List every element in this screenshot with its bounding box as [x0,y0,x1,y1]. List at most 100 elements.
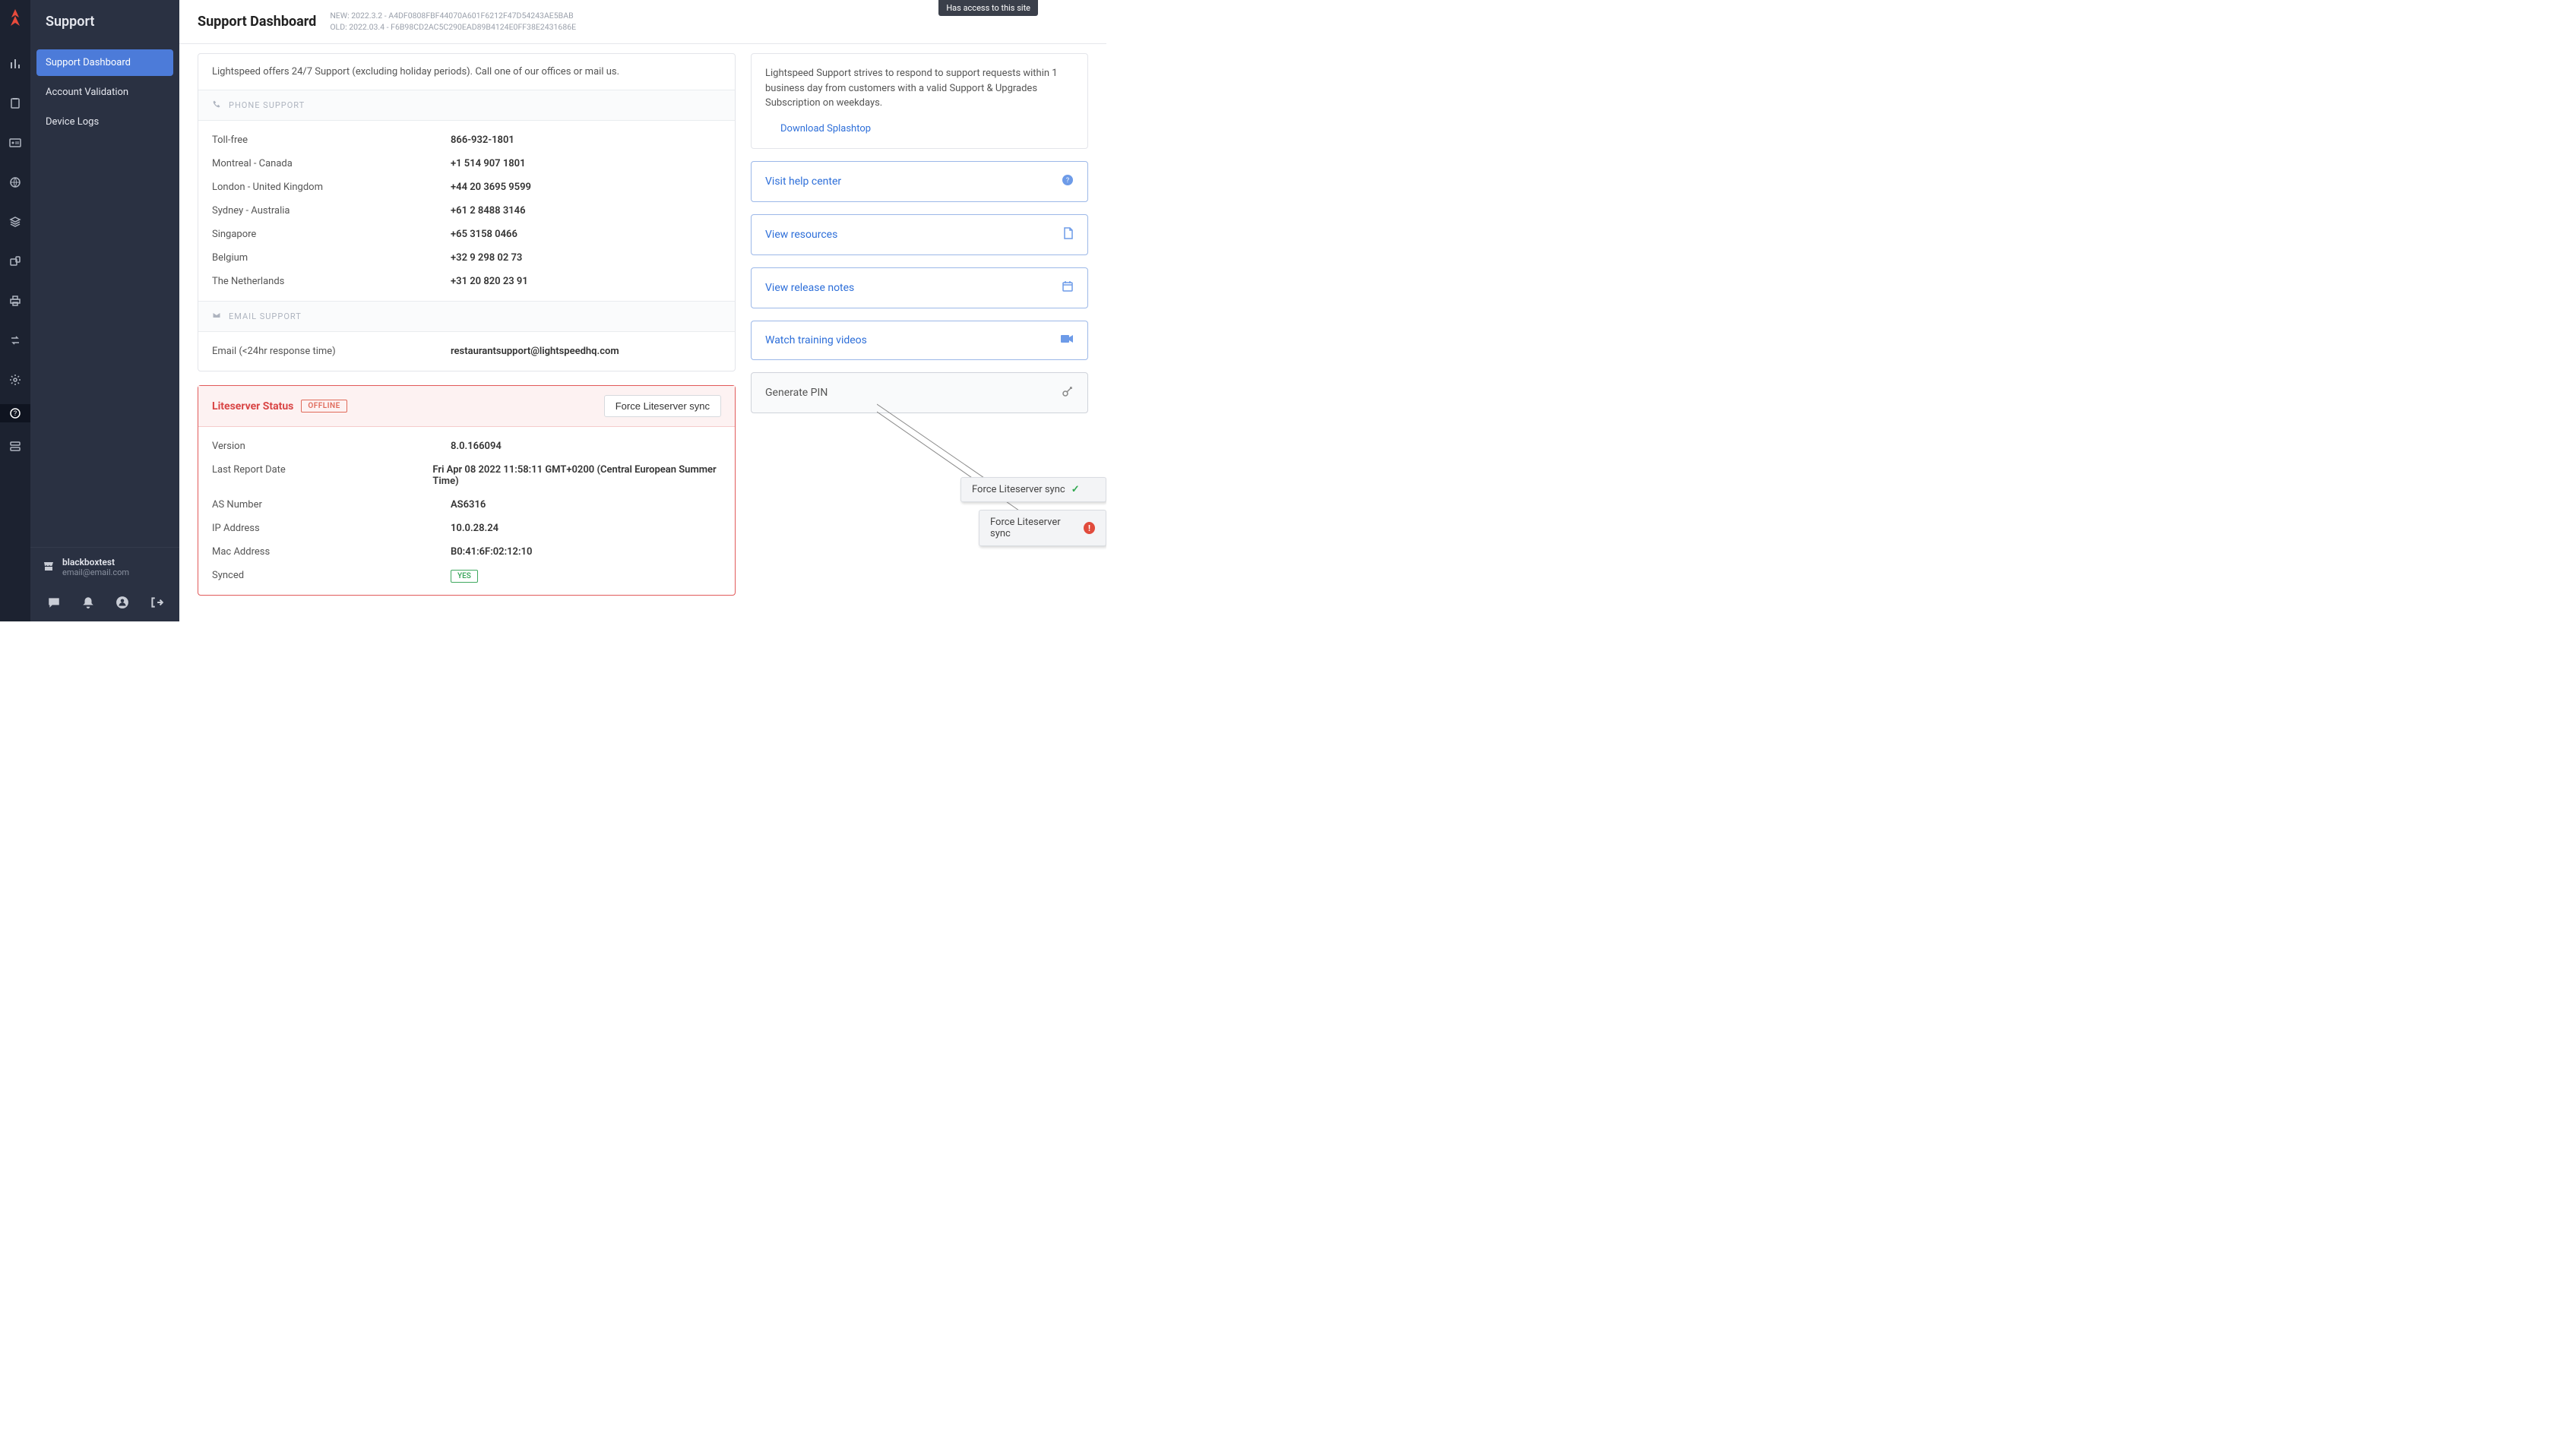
bell-icon[interactable] [81,596,95,612]
phone-label: Montreal - Canada [212,158,451,169]
help-circle-icon: ? [1062,174,1074,189]
help-center-label: Visit help center [765,175,841,188]
sidebar-item-support-dashboard[interactable]: Support Dashboard [36,49,173,76]
help-center-link[interactable]: Visit help center ? [751,161,1088,202]
resources-link[interactable]: View resources [751,214,1088,255]
phone-label: The Netherlands [212,276,451,287]
email-section-header: EMAIL SUPPORT [198,301,735,332]
nav-clipboard-icon[interactable] [0,94,30,112]
lite-value: B0:41:6F:02:12:10 [451,546,532,558]
sidebar-item-device-logs[interactable]: Device Logs [36,109,173,135]
liteserver-title: Liteserver Status [212,400,293,413]
download-icon [765,122,774,137]
lite-label: Synced [212,570,451,581]
nav-card-icon[interactable] [0,134,30,152]
nav-device-icon[interactable] [0,252,30,270]
svg-text:?: ? [1066,177,1069,185]
lite-value: AS6316 [451,499,486,511]
user-name: blackboxtest [62,557,129,567]
nav-layers-icon[interactable] [0,213,30,231]
page-title: Support Dashboard [198,14,316,30]
lite-value: Fri Apr 08 2022 11:58:11 GMT+0200 (Centr… [432,464,721,487]
lite-label: Last Report Date [212,464,432,487]
training-videos-label: Watch training videos [765,334,867,346]
remote-support-card: Lightspeed Support strives to respond to… [751,53,1088,149]
phone-section-label: PHONE SUPPORT [229,100,305,110]
generate-pin-label: Generate PIN [765,387,828,399]
sync-chip-label: Force Liteserver sync [990,517,1078,539]
phone-value: +61 2 8488 3146 [451,205,526,217]
sidebar: Support Support Dashboard Account Valida… [30,0,179,621]
envelope-icon [212,311,221,322]
force-sync-button[interactable]: Force Liteserver sync [604,395,721,417]
nav-printer-icon[interactable] [0,292,30,310]
lite-value: YES [451,570,478,581]
calendar-icon [1062,280,1074,296]
nav-help-icon[interactable]: ? [0,404,30,422]
header-meta-old: OLD: 2022.03.4 - F6B98CD2AC5C290EAD89B41… [330,22,576,33]
document-icon [1063,227,1074,242]
phone-section-header: PHONE SUPPORT [198,90,735,121]
icon-rail: ? [0,0,30,621]
phone-value: +31 20 820 23 91 [451,276,528,287]
lite-label: Version [212,441,451,452]
site-access-tooltip: Has access to this site [938,0,1038,16]
store-icon [43,560,55,574]
email-value: restaurantsupport@lightspeedhq.com [451,346,619,357]
sync-chip-success: Force Liteserver sync ✓ [960,477,1106,502]
support-card: Lightspeed offers 24/7 Support (excludin… [198,53,736,371]
phone-label: Belgium [212,252,451,264]
resources-label: View resources [765,229,837,241]
support-intro: Lightspeed offers 24/7 Support (excludin… [198,54,735,90]
phone-label: Singapore [212,229,451,240]
lite-label: Mac Address [212,546,451,558]
phone-value: +32 9 298 02 73 [451,252,522,264]
liteserver-card: Liteserver Status OFFLINE Force Liteserv… [198,385,736,596]
video-icon [1060,334,1074,347]
nav-settings-icon[interactable] [0,371,30,389]
svg-text:?: ? [14,410,17,418]
release-notes-link[interactable]: View release notes [751,267,1088,308]
sync-state-examples: Force Liteserver sync ✓ Force Liteserver… [960,477,1106,546]
nav-transfer-icon[interactable] [0,331,30,349]
email-label: Email (<24hr response time) [212,346,451,357]
nav-analytics-icon[interactable] [0,55,30,73]
sync-chip-error: Force Liteserver sync ! [979,510,1106,546]
main-content: Has access to this site Support Dashboar… [179,0,1106,621]
lite-label: IP Address [212,523,451,534]
download-splashtop-label: Download Splashtop [780,122,871,137]
user-info: blackboxtest email@email.com [30,547,179,586]
nav-server-icon[interactable] [0,438,30,456]
account-icon[interactable] [116,596,129,612]
training-videos-link[interactable]: Watch training videos [751,321,1088,360]
phone-label: London - United Kingdom [212,182,451,193]
generate-pin-button[interactable]: Generate PIN [751,372,1088,413]
phone-value: +1 514 907 1801 [451,158,526,169]
nav-globe-icon[interactable] [0,173,30,191]
phone-label: Toll-free [212,134,451,146]
phone-label: Sydney - Australia [212,205,451,217]
logout-icon[interactable] [150,596,163,612]
phone-value: +44 20 3695 9599 [451,182,531,193]
app-title: Support [30,0,179,43]
remote-support-text: Lightspeed Support strives to respond to… [765,66,1074,111]
check-icon: ✓ [1071,484,1080,495]
status-badge-offline: OFFLINE [301,400,347,413]
sync-chip-label: Force Liteserver sync [972,484,1065,495]
email-section-label: EMAIL SUPPORT [229,311,302,321]
phone-value: 866-932-1801 [451,134,514,146]
chat-icon[interactable] [47,596,61,612]
error-icon: ! [1084,522,1095,534]
header-meta-new: NEW: 2022.3.2 - A4DF0808FBF44070A601F621… [330,11,576,22]
lite-value: 8.0.166094 [451,441,502,452]
lite-value: 10.0.28.24 [451,523,498,534]
logo-icon [8,9,22,29]
synced-badge: YES [451,570,478,583]
lite-label: AS Number [212,499,451,511]
user-email: email@email.com [62,567,129,577]
phone-icon [212,100,221,111]
key-icon [1062,385,1074,400]
sidebar-item-account-validation[interactable]: Account Validation [36,79,173,106]
download-splashtop-link[interactable]: Download Splashtop [765,122,871,137]
phone-value: +65 3158 0466 [451,229,517,240]
